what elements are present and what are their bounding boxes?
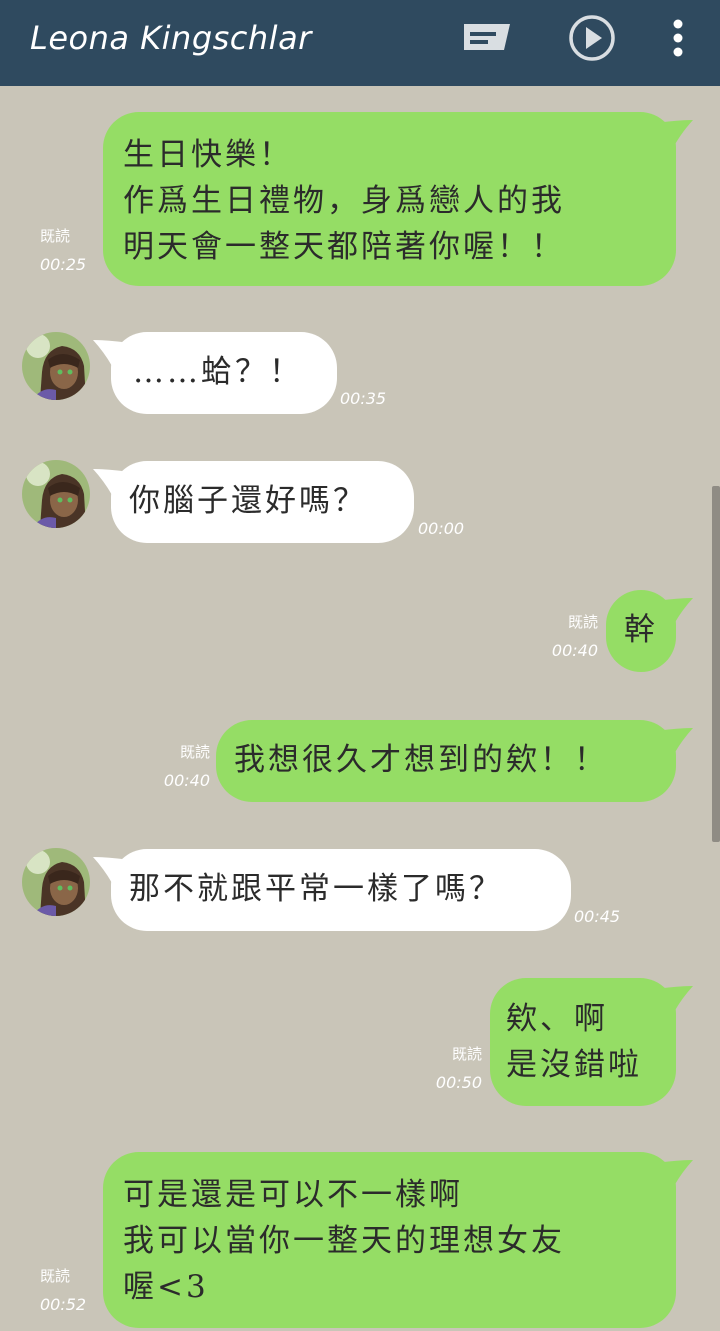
bubble-tail [93,340,122,366]
message-bubble[interactable]: 生日快樂！ 作爲生日禮物，身爲戀人的我 明天會一整天都陪著你喔！！ [103,112,676,286]
bubble-tail [93,857,122,883]
chat-title: Leona Kingschlar [30,19,312,57]
message-time: 00:52 [40,1295,87,1314]
message-meta: 00:35 [340,386,386,412]
chat-header: Leona Kingschlar [0,0,720,86]
bubble-tail [664,120,693,146]
message-bubble[interactable]: 你腦子還好嗎？ [111,461,414,543]
play-button[interactable] [562,10,622,70]
message-time: 00:35 [340,389,387,408]
message-time: 00:25 [40,255,87,274]
keyboard-icon [460,20,512,60]
message-time: 00:50 [435,1073,482,1092]
read-receipt: 既読 [451,1045,482,1063]
more-vert-icon [672,18,684,62]
more-options-button[interactable] [648,10,708,70]
bubble-tail [664,598,693,624]
message-time: 00:00 [418,519,465,538]
message-time: 00:40 [163,771,210,790]
message-bubble[interactable]: 那不就跟平常一樣了嗎？ [111,849,571,931]
message-bubble[interactable]: ……蛤？！ [111,332,337,414]
avatar[interactable] [22,332,90,400]
bubble-tail [664,728,693,754]
avatar[interactable] [22,460,90,528]
bubble-tail [664,986,693,1012]
message-bubble[interactable]: 可是還是可以不一樣啊 我可以當你一整天的理想女友 喔<3 [103,1152,676,1328]
message-meta: 既読 00:25 [40,226,96,278]
read-receipt: 既読 [567,613,598,631]
message-meta: 既読 00:50 [420,1044,482,1096]
scrollbar[interactable] [712,486,720,842]
message-meta: 00:45 [574,904,620,930]
read-receipt: 既読 [40,227,71,245]
bubble-tail [664,1160,693,1186]
bubble-tail [93,469,122,495]
message-list[interactable]: 既読 00:25 生日快樂！ 作爲生日禮物，身爲戀人的我 明天會一整天都陪著你喔… [0,86,720,1331]
play-icon [567,13,617,67]
read-receipt: 既読 [40,1267,71,1285]
message-bubble[interactable]: 我想很久才想到的欸！！ [216,720,676,802]
message-time: 00:40 [551,641,598,660]
message-bubble[interactable]: 欸、啊 是沒錯啦 [490,978,676,1106]
keyboard-button[interactable] [456,10,516,70]
read-receipt: 既読 [179,743,210,761]
message-time: 00:45 [574,907,621,926]
message-meta: 00:00 [418,516,464,542]
avatar[interactable] [22,848,90,916]
chat-screen: Leona Kingschlar 既読 00:25 生日快樂！ 作爲生日禮物，身… [0,0,720,1331]
message-meta: 既読 00:40 [148,742,210,794]
message-meta: 既読 00:40 [536,612,598,664]
message-meta: 既読 00:52 [40,1266,96,1318]
